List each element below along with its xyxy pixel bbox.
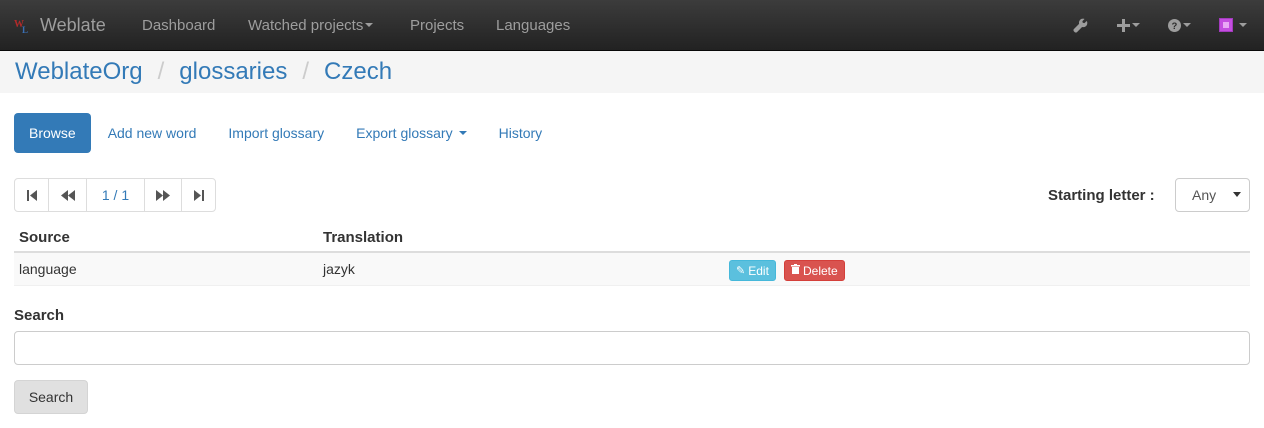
previous-page-button[interactable] (49, 179, 87, 211)
first-page-icon (26, 189, 37, 201)
breadcrumb-project[interactable]: WeblateOrg (15, 58, 143, 85)
source-cell: language (19, 261, 77, 277)
nav-dashboard-label: Dashboard (142, 16, 216, 34)
nav-projects-label: Projects (410, 16, 465, 34)
breadcrumb-component[interactable]: glossaries (179, 58, 287, 85)
page-number: 1 / 1 (101, 187, 130, 203)
breadcrumb-language[interactable]: Czech (324, 58, 392, 85)
chevron-down-icon (365, 23, 374, 27)
chevron-down-icon (1233, 192, 1241, 197)
tab-add-new-word[interactable]: Add new word (93, 113, 212, 153)
pencil-icon: ✎ (736, 265, 746, 277)
tab-import-glossary-label: Import glossary (228, 125, 325, 141)
starting-letter-label: Starting letter : (1048, 187, 1155, 204)
breadcrumb: WeblateOrg / glossaries / Czech (15, 58, 392, 86)
nav-projects[interactable]: Projects (410, 0, 464, 50)
help-icon: ? (1168, 18, 1181, 32)
pagination: 1 / 1 (14, 178, 216, 212)
plus-icon (1117, 18, 1130, 32)
edit-button[interactable]: ✎ Edit (729, 260, 776, 281)
wrench-icon[interactable] (1073, 0, 1088, 50)
nav-watched-projects[interactable]: Watched projects (248, 0, 374, 50)
last-page-icon (193, 189, 204, 201)
user-menu[interactable] (1219, 0, 1247, 50)
brand-name: Weblate (40, 14, 106, 35)
glossary-table: Source Translation language jazyk ✎ Edit… (14, 222, 1250, 286)
tab-history[interactable]: History (484, 113, 558, 153)
translation-cell: jazyk (323, 261, 355, 277)
chevron-down-icon (1183, 23, 1191, 27)
nav-languages-label: Languages (496, 16, 571, 34)
tab-add-new-word-label: Add new word (107, 125, 197, 141)
help-menu[interactable]: ? (1168, 0, 1191, 50)
search-button[interactable]: Search (14, 380, 88, 414)
avatar (1219, 18, 1233, 32)
column-header-source: Source (19, 229, 70, 246)
delete-button[interactable]: Delete (784, 260, 845, 281)
tab-browse[interactable]: Browse (14, 113, 91, 153)
previous-page-icon (60, 189, 75, 201)
trash-icon (791, 264, 800, 277)
svg-text:?: ? (1172, 21, 1178, 31)
chevron-down-icon (458, 131, 467, 135)
first-page-button[interactable] (15, 179, 49, 211)
chevron-down-icon (1132, 23, 1140, 27)
tab-history-label: History (498, 125, 543, 141)
chevron-down-icon (1239, 23, 1247, 27)
search-input[interactable] (14, 331, 1250, 365)
next-page-button[interactable] (145, 179, 182, 211)
table-row: language jazyk ✎ Edit Delete (14, 253, 1250, 286)
nav-dashboard[interactable]: Dashboard (142, 0, 215, 50)
search-label: Search (14, 307, 65, 324)
starting-letter-value: Any (1192, 187, 1217, 203)
nav-watched-projects-label: Watched projects (248, 16, 364, 34)
next-page-icon (156, 189, 170, 201)
tab-browse-label: Browse (29, 125, 76, 141)
weblate-logo-icon: W L (14, 16, 32, 34)
starting-letter-select[interactable]: Any (1175, 178, 1250, 212)
tab-export-glossary[interactable]: Export glossary (341, 113, 481, 153)
breadcrumb-separator: / (157, 58, 165, 85)
brand-link[interactable]: W L Weblate (14, 0, 106, 50)
breadcrumb-bar: WeblateOrg / glossaries / Czech (0, 51, 1264, 93)
top-navbar: W L Weblate Dashboard Watched projects P… (0, 0, 1264, 51)
table-header: Source Translation (14, 222, 1250, 253)
svg-text:L: L (22, 25, 28, 34)
glossary-tabs: Browse Add new word Import glossary Expo… (14, 113, 559, 153)
tab-export-glossary-label: Export glossary (356, 125, 453, 141)
last-page-button[interactable] (182, 179, 215, 211)
column-header-translation: Translation (323, 229, 404, 246)
edit-button-label: Edit (748, 263, 769, 278)
page-indicator: 1 / 1 (87, 179, 145, 211)
plus-menu[interactable] (1117, 0, 1140, 50)
nav-languages[interactable]: Languages (496, 0, 570, 50)
search-button-label: Search (28, 389, 74, 405)
breadcrumb-separator: / (302, 58, 310, 85)
tab-import-glossary[interactable]: Import glossary (213, 113, 339, 153)
delete-button-label: Delete (803, 263, 838, 278)
